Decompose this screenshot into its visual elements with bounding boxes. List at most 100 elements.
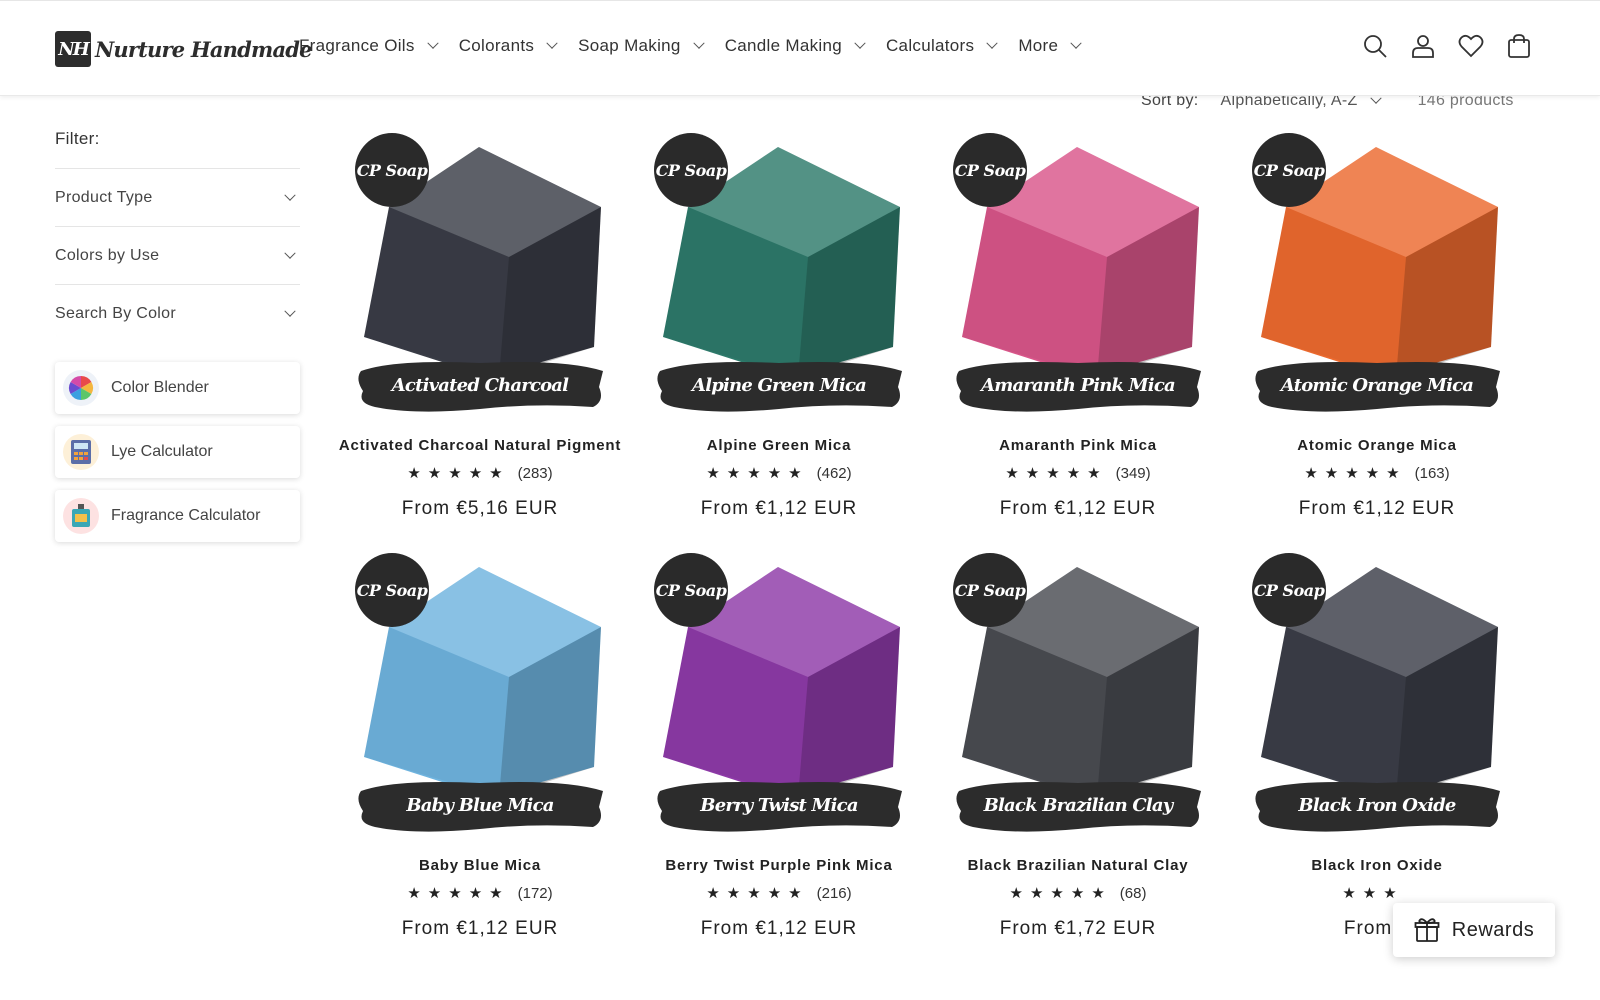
- product-rating: ★★★★★ (216): [629, 884, 929, 903]
- banner-text: Atomic Orange Mica: [1280, 374, 1474, 396]
- product-title[interactable]: Amaranth Pink Mica: [928, 437, 1228, 454]
- wishlist-heart-icon[interactable]: [1458, 33, 1484, 59]
- nav-label: Candle Making: [724, 36, 842, 55]
- product-price: From €1,12 EUR: [700, 498, 858, 519]
- banner-text: Berry Twist Mica: [700, 794, 858, 816]
- filter-label: Search By Color: [55, 304, 176, 322]
- product-banner: Baby Blue Mica: [355, 777, 605, 835]
- product-card[interactable]: CP Soap Amaranth Pink Mica Amaranth Pink…: [928, 128, 1228, 538]
- gift-icon: [1414, 918, 1440, 942]
- nav-soap-making[interactable]: Soap Making: [578, 36, 705, 56]
- nav-label: Fragrance Oils: [299, 36, 415, 55]
- filter-search-by-color[interactable]: Search By Color: [55, 284, 300, 342]
- banner-text: Activated Charcoal: [391, 374, 569, 396]
- product-banner: Black Iron Oxide: [1252, 777, 1502, 835]
- product-banner: Amaranth Pink Mica: [953, 357, 1203, 415]
- header-actions: [1362, 33, 1532, 59]
- filter-sidebar: Filter: Product Type Colors by Use Searc…: [55, 128, 300, 542]
- product-card[interactable]: CP Soap Berry Twist Mica Berry Twist Pur…: [629, 548, 929, 958]
- chevron-down-icon: [693, 37, 705, 49]
- filter-label: Colors by Use: [55, 246, 160, 264]
- product-price: From €5,16 EUR: [401, 498, 559, 519]
- nav-calculators[interactable]: Calculators: [886, 36, 998, 56]
- product-title[interactable]: Black Iron Oxide: [1227, 857, 1527, 874]
- calculator-icon: [63, 434, 99, 470]
- review-count: (172): [517, 884, 553, 902]
- product-card[interactable]: CP Soap Activated Charcoal Activated Cha…: [330, 128, 630, 538]
- chevron-down-icon: [986, 37, 998, 49]
- star-rating-icon: ★★★★★: [1005, 465, 1108, 482]
- tool-label: Lye Calculator: [111, 443, 213, 460]
- product-image[interactable]: CP Soap Baby Blue Mica: [355, 553, 605, 843]
- banner-text: Amaranth Pink Mica: [981, 374, 1176, 396]
- product-title[interactable]: Alpine Green Mica: [629, 437, 929, 454]
- product-title[interactable]: Black Brazilian Natural Clay: [928, 857, 1228, 874]
- product-title[interactable]: Berry Twist Purple Pink Mica: [629, 857, 929, 874]
- product-title[interactable]: Baby Blue Mica: [330, 857, 630, 874]
- cp-soap-badge: CP Soap: [1252, 133, 1326, 207]
- product-price: From €1,12 EUR: [700, 918, 858, 939]
- product-title[interactable]: Atomic Orange Mica: [1227, 437, 1527, 454]
- search-icon[interactable]: [1362, 33, 1388, 59]
- review-count: (68): [1119, 884, 1147, 902]
- product-image[interactable]: CP Soap Black Iron Oxide: [1252, 553, 1502, 843]
- nav-label: Soap Making: [578, 36, 681, 55]
- product-rating: ★★★★★ (172): [330, 884, 630, 903]
- nav-colorants[interactable]: Colorants: [459, 36, 558, 56]
- cp-soap-badge: CP Soap: [355, 133, 429, 207]
- product-image[interactable]: CP Soap Alpine Green Mica: [654, 133, 904, 423]
- product-image[interactable]: CP Soap Berry Twist Mica: [654, 553, 904, 843]
- chevron-down-icon: [854, 37, 866, 49]
- brand-logo[interactable]: NH Nurture Handmade: [55, 30, 313, 68]
- product-rating: ★★★★★ (163): [1227, 464, 1527, 483]
- fragrance-calculator-button[interactable]: Fragrance Calculator: [55, 490, 300, 542]
- product-image[interactable]: CP Soap Black Brazilian Clay: [953, 553, 1203, 843]
- nav-more[interactable]: More: [1018, 36, 1082, 56]
- star-rating-icon: ★★★★★: [706, 885, 809, 902]
- filter-colors-by-use[interactable]: Colors by Use: [55, 226, 300, 284]
- star-rating-icon: ★★★★★: [1009, 885, 1112, 902]
- product-price: From €1,72 EUR: [999, 918, 1157, 939]
- lye-calculator-button[interactable]: Lye Calculator: [55, 426, 300, 478]
- product-image[interactable]: CP Soap Amaranth Pink Mica: [953, 133, 1203, 423]
- review-count: (163): [1414, 464, 1450, 482]
- product-card[interactable]: CP Soap Black Brazilian Clay Black Brazi…: [928, 548, 1228, 958]
- rewards-button[interactable]: Rewards: [1393, 903, 1555, 957]
- cp-soap-badge: CP Soap: [654, 553, 728, 627]
- product-price: From €1,12 EUR: [1298, 498, 1456, 519]
- banner-text: Black Brazilian Clay: [983, 794, 1174, 816]
- product-banner: Atomic Orange Mica: [1252, 357, 1502, 415]
- filter-product-type[interactable]: Product Type: [55, 168, 300, 226]
- product-card[interactable]: CP Soap Black Iron Oxide Black Iron Oxid…: [1227, 548, 1527, 958]
- product-image[interactable]: CP Soap Activated Charcoal: [355, 133, 605, 423]
- product-card[interactable]: CP Soap Atomic Orange Mica Atomic Orange…: [1227, 128, 1527, 538]
- product-banner: Berry Twist Mica: [654, 777, 904, 835]
- product-rating: ★★★★★ (349): [928, 464, 1228, 483]
- product-rating: ★★★★★ (283): [330, 464, 630, 483]
- cart-icon[interactable]: [1506, 33, 1532, 59]
- banner-text: Alpine Green Mica: [692, 374, 867, 396]
- nav-fragrance-oils[interactable]: Fragrance Oils: [299, 36, 439, 56]
- review-count: (349): [1115, 464, 1151, 482]
- chevron-down-icon: [284, 305, 296, 317]
- product-card[interactable]: CP Soap Baby Blue Mica Baby Blue Mica ★★…: [330, 548, 630, 958]
- product-price: From €1,12 EUR: [999, 498, 1157, 519]
- color-wheel-icon: [63, 370, 99, 406]
- account-icon[interactable]: [1410, 33, 1436, 59]
- color-blender-button[interactable]: Color Blender: [55, 362, 300, 414]
- banner-text: Baby Blue Mica: [406, 794, 554, 816]
- product-card[interactable]: CP Soap Alpine Green Mica Alpine Green M…: [629, 128, 929, 538]
- main-nav: Fragrance Oils Colorants Soap Making Can…: [299, 36, 1082, 56]
- review-count: (216): [816, 884, 852, 902]
- cp-soap-badge: CP Soap: [953, 133, 1027, 207]
- tool-label: Fragrance Calculator: [111, 507, 261, 524]
- product-rating: ★★★★★ (462): [629, 464, 929, 483]
- star-rating-icon: ★★★★★: [706, 465, 809, 482]
- filter-title: Filter:: [55, 129, 100, 148]
- product-image[interactable]: CP Soap Atomic Orange Mica: [1252, 133, 1502, 423]
- nav-candle-making[interactable]: Candle Making: [724, 36, 866, 56]
- tool-label: Color Blender: [111, 379, 209, 396]
- filter-label: Product Type: [55, 188, 153, 206]
- product-title[interactable]: Activated Charcoal Natural Pigment: [330, 437, 630, 454]
- chevron-down-icon: [427, 37, 439, 49]
